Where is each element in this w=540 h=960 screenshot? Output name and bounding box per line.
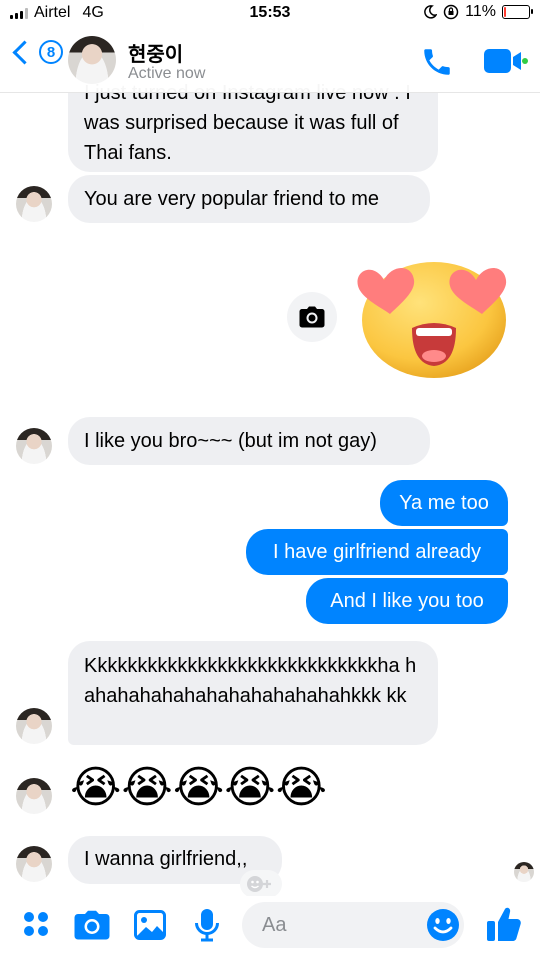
thumbs-up-icon[interactable]	[486, 906, 522, 942]
contact-avatar[interactable]	[68, 36, 116, 84]
sender-avatar[interactable]	[16, 428, 52, 464]
contact-name[interactable]: 현중이	[128, 38, 183, 67]
message-bubble-outgoing[interactable]: And I like you too	[306, 578, 508, 624]
message-bubble-outgoing[interactable]: Ya me too	[380, 480, 508, 526]
message-bubble-incoming[interactable]: Kkkkkkkkkkkkkkkkkkkkkkkkkkkkkha hahahaha…	[68, 641, 438, 745]
message-text: I have girlfriend already	[273, 541, 481, 563]
phone-icon[interactable]	[420, 45, 454, 79]
emoji-message[interactable]: 😭😭😭😭😭	[70, 762, 327, 814]
status-right: 11%	[423, 3, 533, 21]
apps-dots-icon[interactable]	[22, 910, 50, 938]
message-text: Ya me too	[399, 492, 489, 514]
message-text: Kkkkkkkkkkkkkkkkkkkkkkkkkkkkkha hahahaha…	[84, 655, 417, 707]
back-chevron-icon	[12, 39, 37, 65]
message-input-field[interactable]	[242, 902, 464, 948]
do-not-disturb-icon	[424, 5, 438, 19]
battery-percent: 11%	[465, 3, 496, 20]
message-bubble-incoming[interactable]: You are very popular friend to me	[68, 175, 430, 223]
contact-active-status: Active now	[128, 65, 206, 82]
back-button[interactable]: 8	[8, 39, 63, 65]
photo-gallery-icon[interactable]	[134, 910, 166, 940]
add-reaction-button[interactable]	[240, 870, 282, 898]
sender-avatar[interactable]	[16, 708, 52, 744]
message-text: I wanna girlfriend,,	[84, 848, 248, 870]
message-text: I just turned on Instagram live now . I …	[84, 82, 411, 164]
heart-eyes-emoji-sticker[interactable]	[352, 252, 514, 382]
sender-avatar[interactable]	[16, 186, 52, 222]
message-bubble-incoming[interactable]: I like you bro~~~ (but im not gay)	[68, 417, 430, 465]
loudly-crying-face-emoji: 😭😭😭😭😭	[70, 763, 328, 812]
message-text: And I like you too	[330, 590, 484, 612]
conversation-header: 8 현중이 Active now	[0, 28, 540, 93]
emoji-smile-icon[interactable]	[426, 908, 460, 942]
message-text: I like you bro~~~ (but im not gay)	[84, 430, 377, 452]
message-bubble-outgoing[interactable]: I have girlfriend already	[246, 529, 508, 575]
sender-avatar[interactable]	[16, 846, 52, 882]
message-text: You are very popular friend to me	[84, 188, 379, 210]
battery-icon	[502, 5, 533, 19]
rotation-lock-icon	[443, 4, 459, 20]
camera-icon	[299, 306, 325, 328]
camera-reply-button[interactable]	[287, 292, 337, 342]
read-receipt-avatar	[514, 862, 534, 882]
camera-icon[interactable]	[74, 910, 110, 940]
add-reaction-icon	[247, 876, 271, 892]
message-input[interactable]	[260, 912, 414, 938]
microphone-icon[interactable]	[194, 908, 220, 942]
video-camera-icon[interactable]	[484, 48, 528, 74]
unread-count-badge: 8	[39, 40, 63, 64]
status-bar: Airtel 4G 15:53 11%	[0, 0, 540, 28]
sender-avatar[interactable]	[16, 778, 52, 814]
